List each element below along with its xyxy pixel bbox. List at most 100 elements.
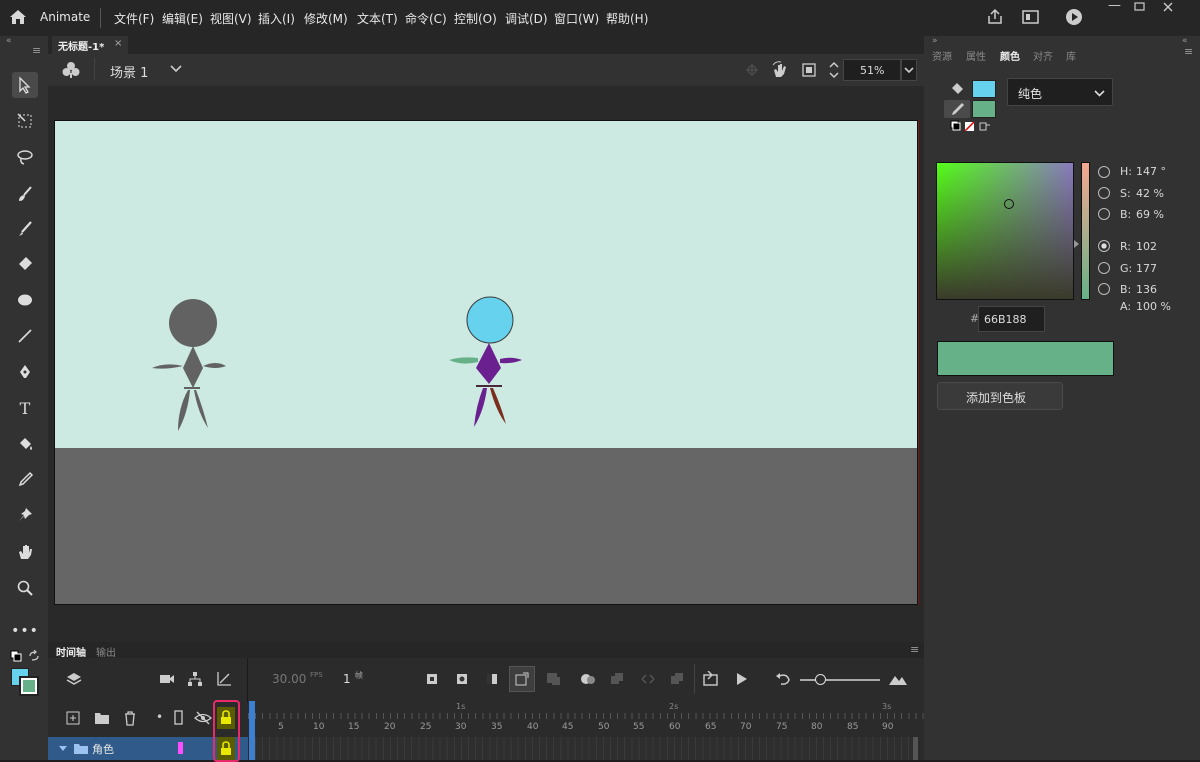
- layer-color-marker[interactable]: [178, 742, 183, 754]
- menu-view[interactable]: 视图(V): [210, 10, 252, 27]
- menu-debug[interactable]: 调试(D): [505, 10, 548, 27]
- frames-scrollbar[interactable]: [913, 737, 918, 760]
- document-tab[interactable]: 无标题-1* ×: [52, 36, 128, 54]
- tab-align[interactable]: 对齐: [1033, 48, 1053, 63]
- layer-parenting-icon[interactable]: [187, 671, 203, 687]
- delete-layer-icon[interactable]: [123, 710, 137, 726]
- layer-name[interactable]: 角色: [92, 741, 114, 757]
- panel-menu-icon[interactable]: ≡: [32, 44, 41, 57]
- color-panel-menu-icon[interactable]: ≡: [1184, 45, 1193, 58]
- visibility-toggle-icon[interactable]: [194, 711, 212, 725]
- b-rgb-value[interactable]: 136: [1136, 283, 1157, 296]
- hand-tool-icon[interactable]: [12, 539, 38, 565]
- maximize-icon[interactable]: [1134, 2, 1146, 12]
- play-icon[interactable]: [735, 672, 749, 686]
- menu-control[interactable]: 控制(O): [454, 10, 497, 27]
- swap-colors-icon[interactable]: [28, 650, 40, 662]
- color-picker-field[interactable]: [936, 162, 1074, 300]
- layers-icon[interactable]: [66, 671, 82, 687]
- tab-properties[interactable]: 属性: [966, 48, 986, 63]
- new-layer-icon[interactable]: [66, 711, 80, 725]
- free-transform-tool-icon[interactable]: [12, 108, 38, 134]
- timeline-zoom-handle[interactable]: [815, 674, 826, 685]
- eraser-tool-icon[interactable]: [12, 251, 38, 277]
- grey-character[interactable]: [148, 298, 230, 434]
- timeline-menu-icon[interactable]: ≡: [910, 643, 919, 656]
- color-mode-icons[interactable]: [950, 120, 994, 132]
- tween-disabled-icon[interactable]: [546, 672, 562, 686]
- radio-b[interactable]: [1098, 208, 1110, 220]
- s-value[interactable]: 42 %: [1136, 187, 1164, 200]
- radio-b-rgb[interactable]: [1098, 283, 1110, 295]
- clip-content-icon[interactable]: [801, 62, 817, 78]
- zoom-tool-icon[interactable]: [12, 575, 38, 601]
- center-stage-icon[interactable]: [746, 64, 758, 76]
- close-tab-icon[interactable]: ×: [114, 38, 122, 49]
- brush-tool-icon[interactable]: [12, 216, 38, 242]
- insert-keyframe-icon[interactable]: [426, 673, 438, 685]
- menu-edit[interactable]: 编辑(E): [162, 10, 203, 27]
- expand-panel-icon[interactable]: »: [932, 36, 938, 46]
- edit-multiple-frames-icon[interactable]: [610, 672, 624, 686]
- color-picker-marker[interactable]: [1004, 199, 1014, 209]
- pin-tool-icon[interactable]: [12, 502, 38, 528]
- text-tool-icon[interactable]: T: [12, 395, 38, 421]
- fill-color-swatch[interactable]: [19, 676, 39, 696]
- close-window-icon[interactable]: [1162, 1, 1174, 13]
- camera-icon[interactable]: [159, 673, 175, 685]
- radio-g[interactable]: [1098, 262, 1110, 274]
- tab-library[interactable]: 库: [1066, 48, 1076, 63]
- menu-file[interactable]: 文件(F): [114, 10, 154, 27]
- onion-skin-icon[interactable]: [579, 673, 597, 685]
- zoom-input[interactable]: 51%: [843, 59, 901, 81]
- hex-input[interactable]: 66B188: [978, 306, 1045, 332]
- test-movie-icon[interactable]: [1065, 8, 1083, 26]
- zoom-dropdown[interactable]: [901, 59, 917, 81]
- line-tool-icon[interactable]: [12, 323, 38, 349]
- menu-help[interactable]: 帮助(H): [606, 10, 648, 27]
- loop-frames-icon[interactable]: [640, 673, 656, 685]
- lasso-tool-icon[interactable]: [12, 144, 38, 170]
- fill-color-chip[interactable]: [972, 100, 996, 118]
- new-folder-icon[interactable]: [94, 711, 110, 725]
- tab-assets[interactable]: 资源: [932, 48, 952, 63]
- color-slider-handle-icon[interactable]: [1073, 239, 1080, 249]
- g-value[interactable]: 177: [1136, 262, 1157, 275]
- layer-frames[interactable]: [255, 737, 913, 760]
- r-value[interactable]: 102: [1136, 240, 1157, 253]
- home-icon[interactable]: [9, 9, 27, 25]
- menu-text[interactable]: 文本(T): [357, 10, 398, 27]
- frame-value[interactable]: 1: [343, 672, 351, 686]
- mountains-icon[interactable]: [888, 672, 908, 686]
- radio-h[interactable]: [1098, 166, 1110, 178]
- share-icon[interactable]: [986, 8, 1004, 26]
- undo-view-icon[interactable]: [775, 672, 791, 686]
- expand-folder-icon[interactable]: [58, 745, 68, 752]
- ground-shape[interactable]: [54, 448, 918, 605]
- fps-value[interactable]: 30.00: [272, 672, 306, 686]
- menu-commands[interactable]: 命令(C): [405, 10, 447, 27]
- scene-label[interactable]: 场景 1: [110, 62, 148, 81]
- menu-insert[interactable]: 插入(I): [258, 10, 295, 27]
- radio-s[interactable]: [1098, 187, 1110, 199]
- add-to-swatches-button[interactable]: 添加到色板: [937, 382, 1063, 410]
- h-value[interactable]: 147 °: [1136, 165, 1166, 178]
- selection-tool-icon[interactable]: [12, 72, 38, 98]
- tab-output[interactable]: 输出: [96, 644, 116, 659]
- default-colors-icon[interactable]: [10, 650, 22, 662]
- highlight-layer-dot[interactable]: •: [156, 710, 163, 724]
- stroke-color-icon[interactable]: [949, 80, 965, 96]
- tab-color[interactable]: 颜色: [1000, 48, 1020, 63]
- alpha-value[interactable]: 100 %: [1136, 300, 1171, 313]
- fill-type-select[interactable]: 纯色: [1007, 78, 1113, 106]
- color-slider[interactable]: [1081, 162, 1090, 300]
- insert-blank-keyframe-icon[interactable]: [456, 673, 468, 685]
- graph-icon[interactable]: [216, 671, 232, 687]
- pen-tool-icon[interactable]: [12, 359, 38, 385]
- colored-character[interactable]: [446, 296, 526, 432]
- loop-playback-icon[interactable]: [703, 671, 719, 687]
- tab-timeline[interactable]: 时间轴: [56, 644, 86, 659]
- eyedropper-tool-icon[interactable]: [12, 467, 38, 493]
- auto-keyframe-button[interactable]: [509, 666, 535, 692]
- scene-dropdown-chevron-icon[interactable]: [170, 65, 182, 73]
